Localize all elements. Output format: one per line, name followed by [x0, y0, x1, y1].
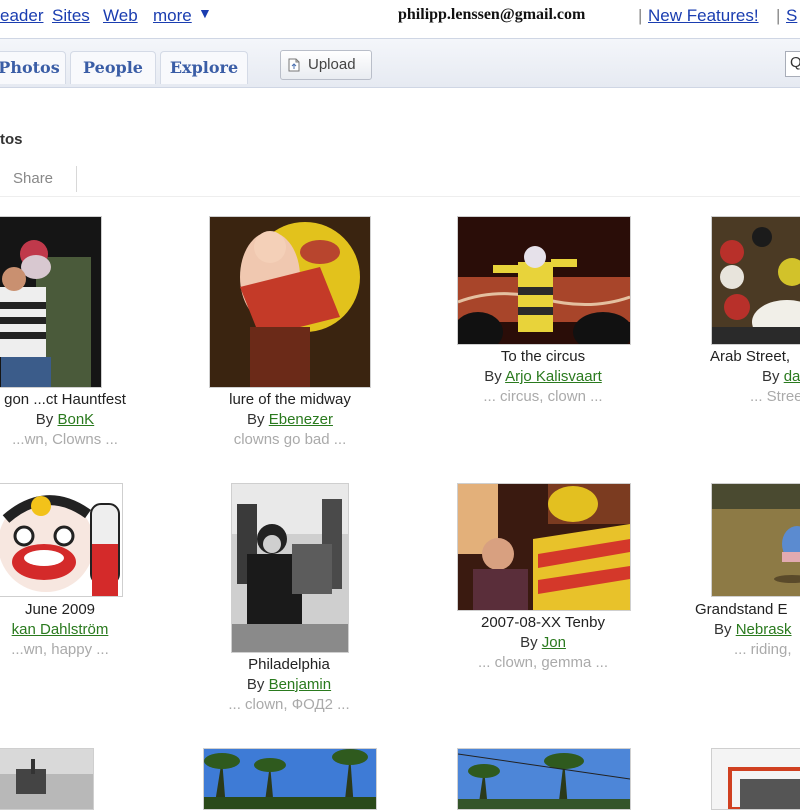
by-label: By — [247, 411, 265, 428]
author-link[interactable]: Arjo Kalisvaart — [505, 368, 602, 385]
author-link[interactable]: BonK — [57, 411, 94, 428]
nav-link-sites[interactable]: Sites — [52, 6, 90, 26]
upload-label: Upload — [308, 56, 356, 73]
photo-thumbnail[interactable] — [203, 748, 377, 810]
photo-thumbnail[interactable] — [711, 748, 800, 810]
photo-thumbnail[interactable] — [457, 748, 631, 810]
new-features-link[interactable]: New Features! — [648, 6, 759, 26]
share-label: Share — [13, 170, 54, 187]
photo-title[interactable]: 2007-08-XX Tenby — [448, 613, 638, 633]
photo-caption: June 2009 kan Dahlström ...wn, happy ... — [0, 600, 140, 660]
photo-tags: ... clown, ФОД2 ... — [228, 696, 350, 713]
divider — [76, 166, 77, 192]
photo-title[interactable]: gon ...ct Hauntfest — [0, 390, 150, 410]
tab-explore[interactable]: Explore — [160, 51, 248, 84]
photo-title[interactable]: To the circus — [448, 347, 638, 367]
photo-title[interactable]: Grandstand E — [690, 600, 800, 620]
photo-tags: clowns go bad ... — [233, 431, 347, 448]
nav-link-more[interactable]: more — [153, 6, 192, 26]
photo-tags: ... clown, gemma ... — [477, 654, 609, 671]
photo-thumbnail[interactable] — [0, 216, 102, 388]
photo-tags: ... Street, — [750, 388, 800, 405]
photo-tags: ... riding, — [734, 641, 792, 658]
author-link[interactable]: Benjamin — [269, 676, 332, 693]
photo-caption: To the circus By Arjo Kalisvaart ... cir… — [448, 347, 638, 407]
photo-image — [712, 217, 800, 344]
photo-image — [712, 749, 800, 809]
author-link[interactable]: kan Dahlström — [12, 621, 109, 638]
author-link[interactable]: da — [784, 368, 800, 385]
photo-thumbnail[interactable] — [711, 483, 800, 597]
separator: | — [776, 6, 781, 25]
photo-thumbnail[interactable] — [0, 748, 94, 810]
photo-thumbnail[interactable] — [457, 483, 631, 611]
by-label: By — [35, 411, 54, 428]
search-icon: Q — [790, 54, 800, 71]
by-label: By — [714, 621, 732, 638]
nav-link-web[interactable]: Web — [103, 6, 138, 26]
photo-image — [210, 217, 370, 387]
by-label: By — [246, 676, 265, 693]
photo-image — [458, 484, 630, 610]
author-link[interactable]: Nebrask — [736, 621, 792, 638]
author-link[interactable]: Ebenezer — [269, 411, 333, 428]
tab-photos[interactable]: Photos — [0, 51, 66, 84]
tab-people[interactable]: People — [70, 51, 156, 84]
user-email: philipp.lenssen@gmail.com — [398, 6, 586, 23]
photo-caption: Philadelphia By Benjamin ... clown, ФОД2… — [204, 655, 374, 715]
author-link[interactable]: Jon — [542, 634, 566, 651]
chevron-down-icon[interactable]: ▼ — [198, 5, 212, 21]
photo-tags: ...wn, Clowns ... — [12, 431, 118, 448]
photo-title[interactable]: lure of the midway — [195, 390, 385, 410]
photo-thumbnail[interactable] — [711, 216, 800, 345]
upload-button[interactable]: Upload — [280, 50, 372, 80]
photo-caption: 2007-08-XX Tenby By Jon ... clown, gemma… — [448, 613, 638, 673]
photo-title[interactable]: June 2009 — [0, 600, 140, 620]
photo-image — [458, 217, 630, 344]
photo-image — [0, 217, 101, 387]
upload-icon — [288, 58, 300, 72]
photo-image — [0, 749, 93, 809]
photo-title[interactable]: Arab Street, — [700, 347, 800, 367]
by-label: By — [762, 368, 780, 385]
search-input[interactable]: Q — [785, 51, 800, 77]
photo-image — [712, 484, 800, 596]
photo-caption: lure of the midway By Ebenezer clowns go… — [195, 390, 385, 450]
photo-thumbnail[interactable] — [231, 483, 349, 653]
photo-image — [0, 484, 122, 596]
photo-caption: Grandstand E By Nebrask ... riding, — [690, 600, 800, 660]
separator: | — [638, 6, 643, 25]
photo-thumbnail[interactable] — [0, 483, 123, 597]
photo-image — [458, 749, 630, 809]
top-bar: eader Sites Web more ▼ philipp.lenssen@g… — [0, 0, 800, 32]
tab-strip: Photos People Explore Upload Q — [0, 38, 800, 88]
by-label: By — [520, 634, 538, 651]
photo-thumbnail[interactable] — [457, 216, 631, 345]
photo-image — [232, 484, 348, 652]
photo-caption: Arab Street, By da ... Street, — [700, 347, 800, 407]
photo-tags: ...wn, happy ... — [11, 641, 109, 658]
page-title: tos — [0, 131, 23, 148]
photo-tags: ... circus, clown ... — [483, 388, 603, 405]
divider — [0, 196, 800, 197]
photo-title[interactable]: Philadelphia — [204, 655, 374, 675]
photo-thumbnail[interactable] — [209, 216, 371, 388]
nav-link-reader[interactable]: eader — [0, 6, 43, 26]
photo-caption: gon ...ct Hauntfest By BonK ...wn, Clown… — [0, 390, 150, 450]
photo-image — [204, 749, 376, 809]
by-label: By — [484, 368, 502, 385]
settings-link[interactable]: S — [786, 6, 797, 26]
